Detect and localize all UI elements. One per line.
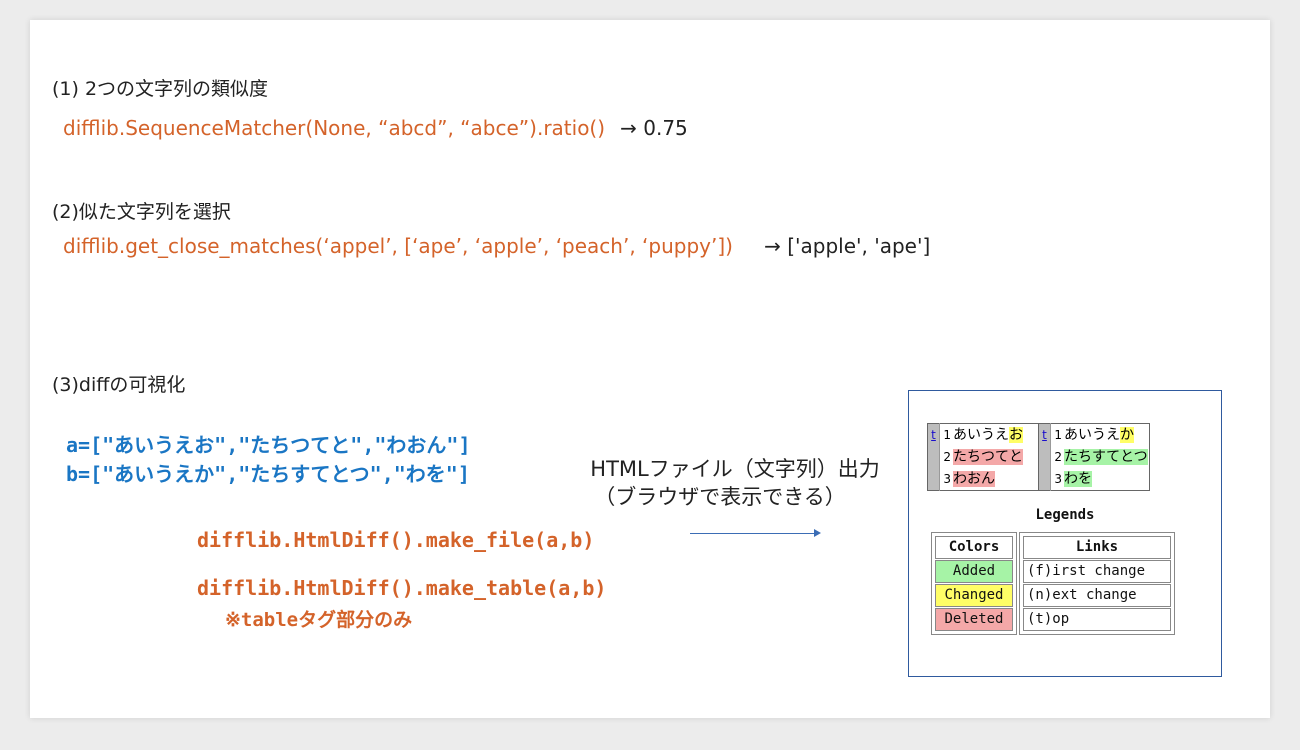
first-change-link[interactable]: (f)irst change xyxy=(1023,560,1171,583)
right-cell: たちすてとつ xyxy=(1063,446,1150,468)
left-changed-text: お xyxy=(1009,427,1023,443)
sequence-matcher-code: difflib.SequenceMatcher(None, “abcd”, “a… xyxy=(63,116,606,140)
colors-legend: Colors Added Changed Deleted xyxy=(931,532,1017,635)
line-number: 2 xyxy=(939,446,952,468)
legend-added: Added xyxy=(935,560,1013,583)
arrow-right-icon xyxy=(690,533,815,534)
links-legend: Links (f)irst change (n)ext change (t)op xyxy=(1019,532,1175,635)
top-link[interactable]: t xyxy=(1038,423,1051,446)
section3-heading: (3)diffの可視化 xyxy=(52,374,186,396)
table-row: 2 たちつてと 2 たちすてとつ xyxy=(927,446,1150,468)
nav-cell xyxy=(1038,446,1051,468)
right-cell: あいうえか xyxy=(1063,424,1150,447)
left-deleted-text: わおん xyxy=(953,471,995,487)
nav-cell xyxy=(1038,468,1051,491)
right-text: あいうえ xyxy=(1064,427,1120,443)
top-link[interactable]: t xyxy=(927,423,940,446)
sequence-matcher-result: → 0.75 xyxy=(620,116,688,140)
line-number: 1 xyxy=(1050,423,1063,446)
legend-changed: Changed xyxy=(935,584,1013,607)
right-added-text: たちすてとつ xyxy=(1064,449,1148,465)
section1-heading: (1) 2つの文字列の類似度 xyxy=(52,78,269,100)
var-a-code: a=["あいうえお","たちつてと","わおん"] xyxy=(66,433,471,457)
table-note: ※tableタグ部分のみ xyxy=(225,609,413,631)
arrow-head-icon xyxy=(814,529,821,537)
line-number: 3 xyxy=(1050,468,1063,491)
right-cell: わを xyxy=(1063,468,1150,491)
right-changed-text: か xyxy=(1120,427,1134,443)
left-deleted-text: たちつてと xyxy=(953,449,1023,465)
colors-header: Colors xyxy=(935,536,1013,559)
legends-title: Legends xyxy=(1035,507,1095,523)
html-diff-preview: t 1 あいうえお t 1 あいうえか 2 たちつてと 2 たちすてとつ 3 わ… xyxy=(908,390,1222,677)
section2-line: difflib.get_close_matches(‘appel’, [‘ape… xyxy=(63,234,930,258)
left-cell: あいうえお xyxy=(952,424,1039,447)
right-added-text: わを xyxy=(1064,471,1092,487)
left-cell: わおん xyxy=(952,468,1039,491)
make-file-code: difflib.HtmlDiff().make_file(a,b) xyxy=(197,528,595,552)
legend-deleted: Deleted xyxy=(935,608,1013,631)
line-number: 1 xyxy=(939,423,952,446)
section2-heading: (2)似た文字列を選択 xyxy=(52,201,231,223)
var-b-code: b=["あいうえか","たちすてとつ","わを"] xyxy=(66,462,470,486)
links-header: Links xyxy=(1023,536,1171,559)
slide: (1) 2つの文字列の類似度 difflib.SequenceMatcher(N… xyxy=(30,20,1270,718)
make-table-code: difflib.HtmlDiff().make_table(a,b) xyxy=(197,576,607,600)
line-number: 3 xyxy=(939,468,952,491)
output-label-line2: （ブラウザで表示できる） xyxy=(594,485,846,509)
nav-cell xyxy=(927,446,940,468)
table-row: t 1 あいうえお t 1 あいうえか xyxy=(927,423,1150,447)
output-label-line1: HTMLファイル（文字列）出力 xyxy=(590,457,880,481)
close-matches-result: → ['apple', 'ape'] xyxy=(764,234,931,258)
line-number: 2 xyxy=(1050,446,1063,468)
section1-line: difflib.SequenceMatcher(None, “abcd”, “a… xyxy=(63,116,688,140)
left-text: あいうえ xyxy=(953,427,1009,443)
next-change-link[interactable]: (n)ext change xyxy=(1023,584,1171,607)
diff-table: t 1 あいうえお t 1 あいうえか 2 たちつてと 2 たちすてとつ 3 わ… xyxy=(927,423,1150,491)
nav-cell xyxy=(927,468,940,491)
table-row: 3 わおん 3 わを xyxy=(927,468,1150,491)
left-cell: たちつてと xyxy=(952,446,1039,468)
close-matches-code: difflib.get_close_matches(‘appel’, [‘ape… xyxy=(63,234,733,258)
top-link-legend[interactable]: (t)op xyxy=(1023,608,1171,631)
